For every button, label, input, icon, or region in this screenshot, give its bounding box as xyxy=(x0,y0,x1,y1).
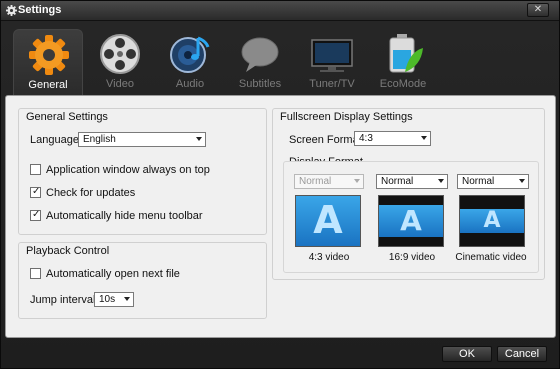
tab-video[interactable]: Video xyxy=(85,29,155,95)
window-title: Settings xyxy=(18,4,62,16)
chevron-down-icon xyxy=(438,179,444,183)
preview-16-9[interactable]: A xyxy=(378,195,444,247)
settings-window: Settings ✕ General Video Audio Subtitles… xyxy=(0,0,560,369)
chevron-down-icon xyxy=(519,179,525,183)
general-settings-group: General Settings Language: English Appli… xyxy=(18,108,267,235)
letter-a-icon: A xyxy=(313,198,343,243)
chevron-down-icon xyxy=(421,136,427,140)
checkmark-icon: ✓ xyxy=(32,186,41,197)
chevron-down-icon xyxy=(124,297,130,301)
tv-icon xyxy=(311,39,353,72)
screen-format-value: 4:3 xyxy=(359,133,373,144)
tab-tuner-tv[interactable]: Tuner/TV xyxy=(297,29,367,95)
caption-4-3: 4:3 video xyxy=(308,252,350,263)
fullscreen-settings-legend: Fullscreen Display Settings xyxy=(280,111,413,123)
tab-general-label: General xyxy=(28,79,68,91)
gear-icon xyxy=(29,35,69,75)
hide-menu-toolbar-checkbox[interactable]: ✓ xyxy=(30,209,41,221)
format-4-3-select-value: Normal xyxy=(299,176,332,187)
caption-16-9: 16:9 video xyxy=(388,252,436,263)
tab-ecomode[interactable]: EcoMode xyxy=(368,29,438,95)
film-reel-icon xyxy=(100,34,140,74)
tab-tuner-tv-label: Tuner/TV xyxy=(309,78,355,90)
settings-tabs: General Video Audio Subtitles Tuner/TV E… xyxy=(1,23,559,95)
format-cinematic-select[interactable]: Normal xyxy=(457,174,529,189)
jump-interval-select[interactable]: 10s xyxy=(94,292,134,307)
display-format-group: Normal Normal Normal A A A 4:3 video 16:… xyxy=(283,161,539,273)
battery-leaf-icon xyxy=(389,34,423,73)
preview-4-3[interactable]: A xyxy=(295,195,361,247)
preview-screen: A xyxy=(379,203,443,237)
auto-next-file-label: Automatically open next file xyxy=(46,268,180,280)
close-button[interactable]: ✕ xyxy=(527,3,549,17)
speaker-note-icon xyxy=(170,36,210,73)
language-label: Language: xyxy=(30,134,82,146)
title-bar[interactable]: Settings ✕ xyxy=(1,1,559,21)
chevron-down-icon xyxy=(354,179,360,183)
tab-ecomode-label: EcoMode xyxy=(379,78,427,90)
ok-button[interactable]: OK xyxy=(442,346,492,362)
chevron-down-icon xyxy=(196,137,202,141)
letter-a-icon: A xyxy=(483,208,501,233)
jump-interval-label: Jump interval: xyxy=(30,294,99,306)
playback-control-group: Playback Control Automatically open next… xyxy=(18,242,267,319)
general-settings-panel: General Settings Language: English Appli… xyxy=(5,95,556,338)
tab-audio[interactable]: Audio xyxy=(155,29,225,95)
format-cinematic-select-value: Normal xyxy=(462,176,495,187)
auto-next-file-checkbox[interactable] xyxy=(30,268,41,279)
tab-audio-label: Audio xyxy=(175,78,205,90)
preview-screen: A xyxy=(460,208,524,233)
preview-screen: A xyxy=(296,196,360,246)
format-16-9-select-value: Normal xyxy=(381,176,414,187)
settings-gear-icon xyxy=(6,5,17,16)
jump-interval-value: 10s xyxy=(99,294,116,305)
screen-format-select[interactable]: 4:3 xyxy=(354,131,431,146)
tab-video-label: Video xyxy=(106,78,134,90)
hide-menu-toolbar-label: Automatically hide menu toolbar xyxy=(46,210,203,222)
letter-a-icon: A xyxy=(400,203,422,237)
format-4-3-select[interactable]: Normal xyxy=(294,174,364,189)
cancel-button[interactable]: Cancel xyxy=(497,346,547,362)
playback-control-legend: Playback Control xyxy=(26,245,110,257)
tab-subtitles-label: Subtitles xyxy=(238,78,282,90)
speech-bubble-icon xyxy=(241,37,279,72)
language-select[interactable]: English xyxy=(78,132,206,147)
fullscreen-settings-group: Fullscreen Display Settings Screen Forma… xyxy=(272,108,545,280)
language-select-value: English xyxy=(83,134,116,145)
always-on-top-label: Application window always on top xyxy=(46,164,210,176)
caption-cinematic: Cinematic video xyxy=(455,252,527,263)
checkmark-icon: ✓ xyxy=(32,209,41,220)
preview-cinematic[interactable]: A xyxy=(459,195,525,247)
check-updates-checkbox[interactable]: ✓ xyxy=(30,186,41,198)
format-16-9-select[interactable]: Normal xyxy=(376,174,448,189)
close-icon: ✕ xyxy=(533,4,543,15)
general-settings-legend: General Settings xyxy=(26,111,108,123)
always-on-top-checkbox[interactable] xyxy=(30,164,41,175)
tab-subtitles[interactable]: Subtitles xyxy=(225,29,295,95)
tab-general[interactable]: General xyxy=(13,29,83,95)
format-previews: A A A xyxy=(295,195,535,247)
check-updates-label: Check for updates xyxy=(46,187,136,199)
